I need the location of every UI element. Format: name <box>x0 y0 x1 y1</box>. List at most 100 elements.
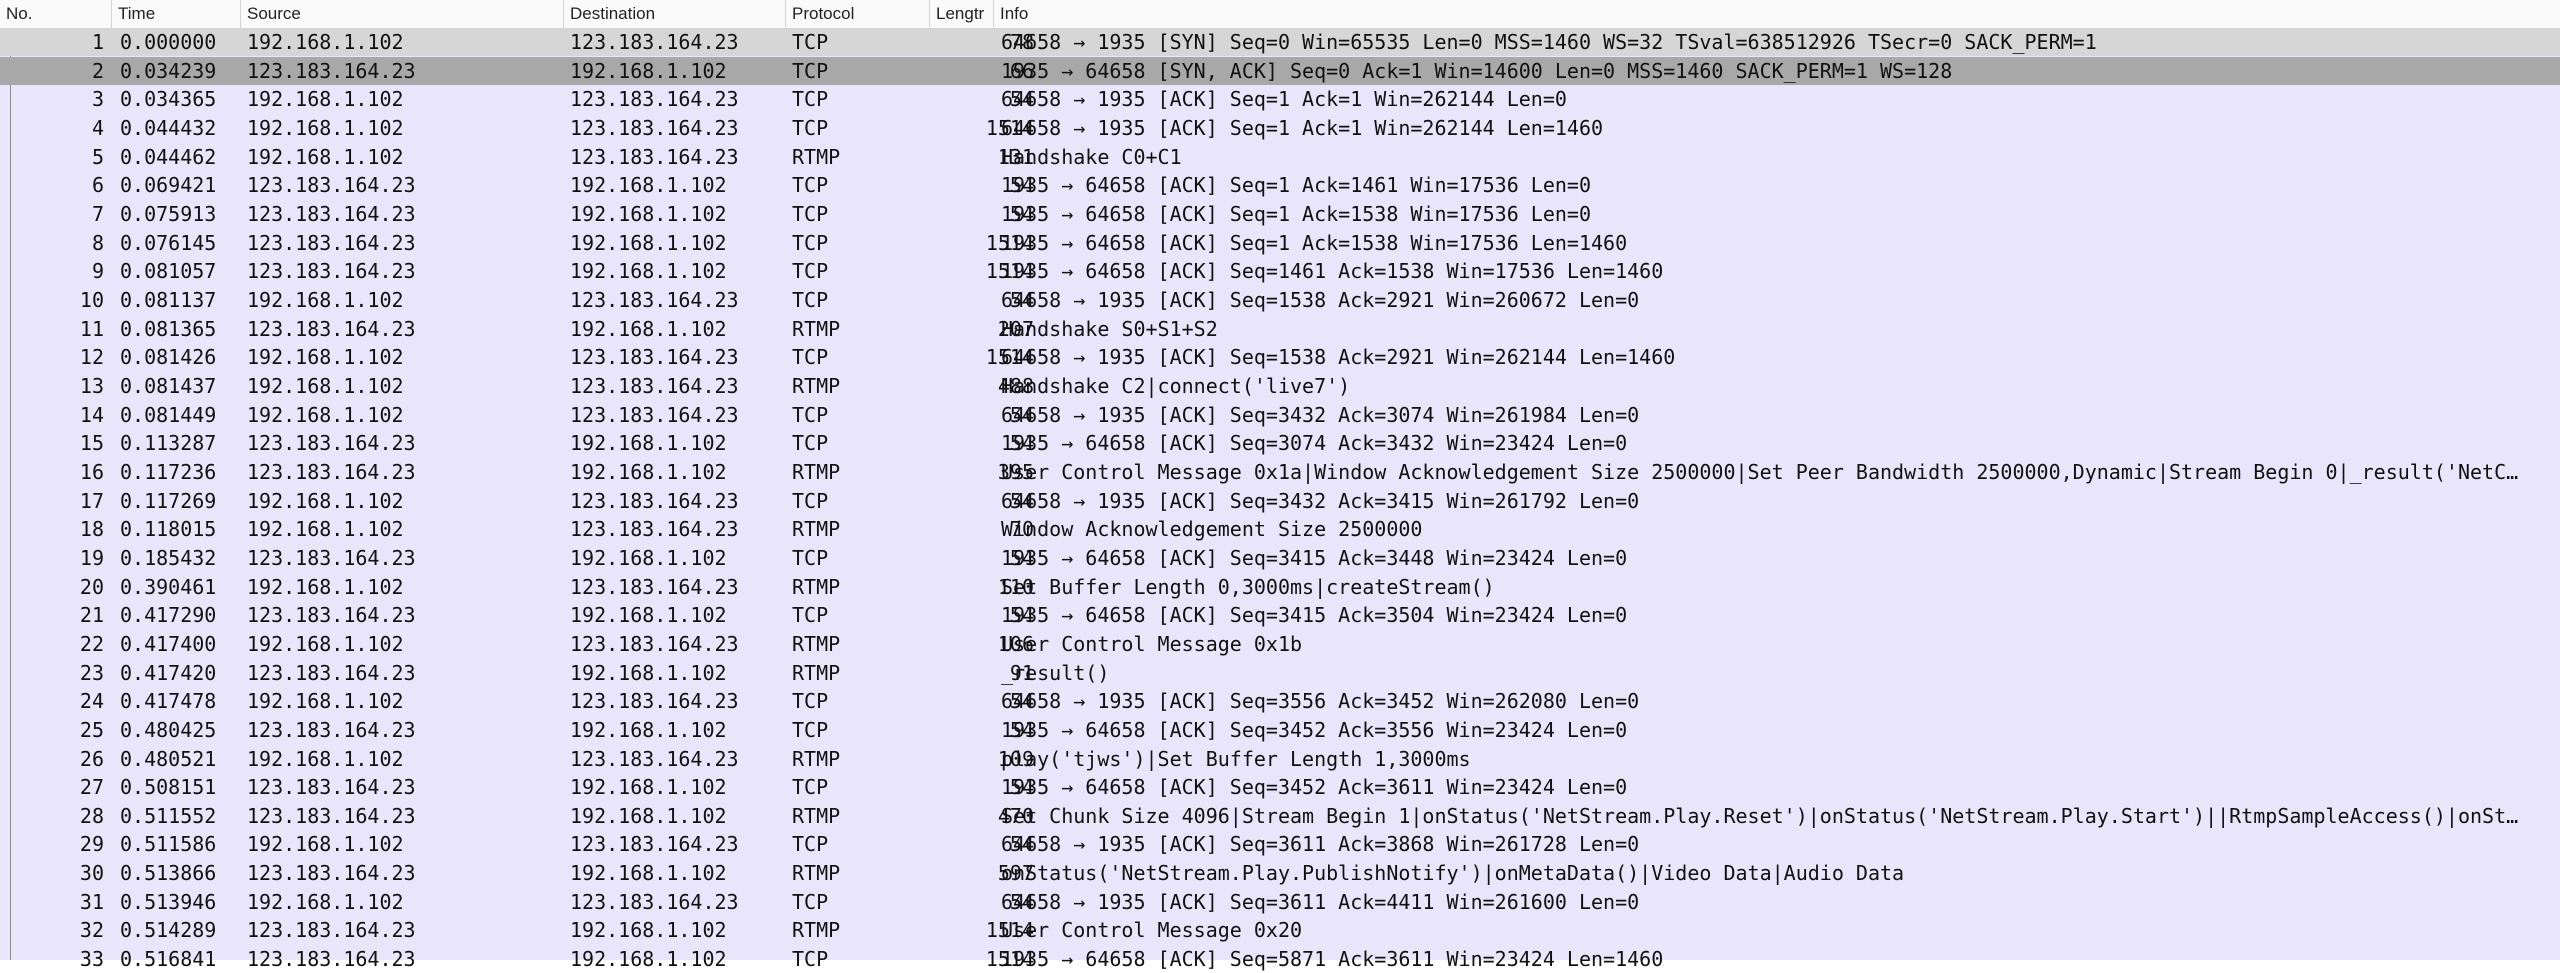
packet-row[interactable]: 1 0.000000 192.168.1.102 123.183.164.23 TCP 7… <box>0 28 2560 56</box>
packet-info: Handshake C2|connect('live7') <box>1001 373 1351 398</box>
packet-row[interactable]: 32 0.514289 123.183.164.23 192.168.1.102 RTM… <box>0 916 2560 944</box>
packet-row[interactable]: 13 0.081437 192.168.1.102 123.183.164.23 RTM… <box>0 372 2560 400</box>
packet-row[interactable]: 24 0.417478 192.168.1.102 123.183.164.23 TCP… <box>0 687 2560 715</box>
column-header-time[interactable]: Time <box>112 0 241 28</box>
packet-row[interactable]: 16 0.117236 123.183.164.23 192.168.1.102 RTM… <box>0 458 2560 486</box>
packet-no: 31 <box>79 889 104 914</box>
packet-time: 0.508151 <box>120 775 217 800</box>
packet-no: 10 <box>79 287 104 312</box>
packet-row[interactable]: 28 0.511552 123.183.164.23 192.168.1.102 RTM… <box>0 802 2560 830</box>
column-header-source[interactable]: Source <box>241 0 564 28</box>
packet-no: 6 <box>91 173 104 198</box>
packet-row[interactable]: 3 0.034365 192.168.1.102 123.183.164.23 TCP 5… <box>0 85 2560 113</box>
packet-info: _result() <box>1001 660 1110 685</box>
column-header-length[interactable]: Lengtr <box>930 0 994 28</box>
packet-time: 0.069421 <box>120 173 217 198</box>
packet-row[interactable]: 10 0.081137 192.168.1.102 123.183.164.23 TCP… <box>0 286 2560 314</box>
packet-row[interactable]: 26 0.480521 192.168.1.102 123.183.164.23 RTM… <box>0 745 2560 773</box>
packet-source: 123.183.164.23 <box>247 918 416 943</box>
packet-time: 0.417400 <box>120 631 217 656</box>
packet-destination: 123.183.164.23 <box>570 30 739 54</box>
packet-source: 123.183.164.23 <box>247 775 416 800</box>
packet-no: 11 <box>79 316 104 341</box>
packet-info: 1935 → 64658 [ACK] Seq=3452 Ack=3556 Win… <box>1001 717 1628 742</box>
packet-protocol: TCP <box>792 832 829 857</box>
packet-no: 33 <box>79 947 104 972</box>
packet-row[interactable]: 23 0.417420 123.183.164.23 192.168.1.102 RTM… <box>0 659 2560 687</box>
packet-destination: 192.168.1.102 <box>570 259 727 284</box>
packet-source: 123.183.164.23 <box>247 717 416 742</box>
packet-row[interactable]: 5 0.044462 192.168.1.102 123.183.164.23 RTMP… <box>0 143 2560 171</box>
packet-protocol: TCP <box>792 603 829 628</box>
packet-no: 29 <box>79 832 104 857</box>
packet-protocol: RTMP <box>792 660 841 685</box>
packet-info: 64658 → 1935 [ACK] Seq=3432 Ack=3415 Win… <box>1001 488 1640 513</box>
packet-row[interactable]: 19 0.185432 123.183.164.23 192.168.1.102 TCP… <box>0 544 2560 572</box>
packet-row[interactable]: 31 0.513946 192.168.1.102 123.183.164.23 TCP… <box>0 888 2560 916</box>
packet-info: onStatus('NetStream.Play.PublishNotify')… <box>1001 861 1905 886</box>
packet-row[interactable]: 15 0.113287 123.183.164.23 192.168.1.102 TCP… <box>0 429 2560 457</box>
packet-time: 0.511552 <box>120 803 217 828</box>
packet-destination: 192.168.1.102 <box>570 918 727 943</box>
packet-time: 0.390461 <box>120 574 217 599</box>
packet-time: 0.514289 <box>120 918 217 943</box>
packet-time: 0.034365 <box>120 87 217 112</box>
packet-row[interactable]: 11 0.081365 123.183.164.23 192.168.1.102 RTM… <box>0 315 2560 343</box>
packet-time: 0.417478 <box>120 689 217 714</box>
packet-destination: 192.168.1.102 <box>570 660 727 685</box>
packet-no: 12 <box>79 345 104 370</box>
column-header-no[interactable]: No. <box>0 0 112 28</box>
packet-no: 3 <box>91 87 104 112</box>
packet-destination: 123.183.164.23 <box>570 689 739 714</box>
packet-protocol: RTMP <box>792 803 841 828</box>
packet-protocol: TCP <box>792 947 829 972</box>
packet-row[interactable]: 25 0.480425 123.183.164.23 192.168.1.102 TCP… <box>0 716 2560 744</box>
column-header-protocol[interactable]: Protocol <box>786 0 930 28</box>
packet-destination: 192.168.1.102 <box>570 431 727 456</box>
packet-row[interactable]: 9 0.081057 123.183.164.23 192.168.1.102 TCP 1… <box>0 257 2560 285</box>
packet-info: 1935 → 64658 [ACK] Seq=3415 Ack=3448 Win… <box>1001 545 1628 570</box>
packet-info: 1935 → 64658 [ACK] Seq=1 Ack=1538 Win=17… <box>1001 230 1628 255</box>
packet-no: 1 <box>91 30 104 54</box>
packet-no: 5 <box>91 144 104 169</box>
packet-source: 192.168.1.102 <box>247 689 404 714</box>
packet-no: 27 <box>79 775 104 800</box>
packet-row[interactable]: 18 0.118015 192.168.1.102 123.183.164.23 RTM… <box>0 515 2560 543</box>
packet-protocol: TCP <box>792 889 829 914</box>
packet-row[interactable]: 17 0.117269 192.168.1.102 123.183.164.23 TCP… <box>0 487 2560 515</box>
packet-row[interactable]: 8 0.076145 123.183.164.23 192.168.1.102 TCP 1… <box>0 229 2560 257</box>
packet-row[interactable]: 30 0.513866 123.183.164.23 192.168.1.102 RTM… <box>0 859 2560 887</box>
packet-row[interactable]: 21 0.417290 123.183.164.23 192.168.1.102 TCP… <box>0 601 2560 629</box>
packet-time: 0.513866 <box>120 861 217 886</box>
packet-no: 18 <box>79 517 104 542</box>
packet-row[interactable]: 29 0.511586 192.168.1.102 123.183.164.23 TCP… <box>0 830 2560 858</box>
packet-protocol: RTMP <box>792 861 841 886</box>
packet-no: 7 <box>91 201 104 226</box>
packet-row[interactable]: 12 0.081426 192.168.1.102 123.183.164.23 TCP… <box>0 343 2560 371</box>
column-header-destination[interactable]: Destination <box>564 0 786 28</box>
column-header-info[interactable]: Info <box>994 0 2560 28</box>
packet-info: 1935 → 64658 [ACK] Seq=1461 Ack=1538 Win… <box>1001 259 1664 284</box>
packet-no: 22 <box>79 631 104 656</box>
packet-info: 1935 → 64658 [ACK] Seq=3074 Ack=3432 Win… <box>1001 431 1628 456</box>
packet-row[interactable]: 20 0.390461 192.168.1.102 123.183.164.23 RTM… <box>0 573 2560 601</box>
packet-row[interactable]: 6 0.069421 123.183.164.23 192.168.1.102 TCP 5… <box>0 171 2560 199</box>
packet-source: 192.168.1.102 <box>247 30 404 54</box>
packet-row[interactable]: 4 0.044432 192.168.1.102 123.183.164.23 TCP 1… <box>0 114 2560 142</box>
packet-row[interactable]: 27 0.508151 123.183.164.23 192.168.1.102 TCP… <box>0 773 2560 801</box>
packet-info: 1935 → 64658 [SYN, ACK] Seq=0 Ack=1 Win=… <box>1001 58 1953 83</box>
packet-destination: 123.183.164.23 <box>570 517 739 542</box>
packet-time: 0.000000 <box>120 30 217 54</box>
packet-info: 64658 → 1935 [ACK] Seq=3611 Ack=4411 Win… <box>1001 889 1640 914</box>
packet-time: 0.185432 <box>120 545 217 570</box>
packet-row[interactable]: 14 0.081449 192.168.1.102 123.183.164.23 TCP… <box>0 401 2560 429</box>
packet-row[interactable]: 22 0.417400 192.168.1.102 123.183.164.23 RTM… <box>0 630 2560 658</box>
packet-row[interactable]: 2 0.034239 123.183.164.23 192.168.1.102 TCP 6… <box>0 56 2560 85</box>
packet-row[interactable]: 33 0.516841 123.183.164.23 192.168.1.102 TCP… <box>0 945 2560 973</box>
packet-info: 64658 → 1935 [ACK] Seq=3556 Ack=3452 Win… <box>1001 689 1640 714</box>
packet-info: 64658 → 1935 [ACK] Seq=1538 Ack=2921 Win… <box>1001 287 1640 312</box>
packet-destination: 192.168.1.102 <box>570 603 727 628</box>
packet-destination: 192.168.1.102 <box>570 861 727 886</box>
packet-info: 1935 → 64658 [ACK] Seq=1 Ack=1461 Win=17… <box>1001 173 1592 198</box>
packet-row[interactable]: 7 0.075913 123.183.164.23 192.168.1.102 TCP 5… <box>0 200 2560 228</box>
